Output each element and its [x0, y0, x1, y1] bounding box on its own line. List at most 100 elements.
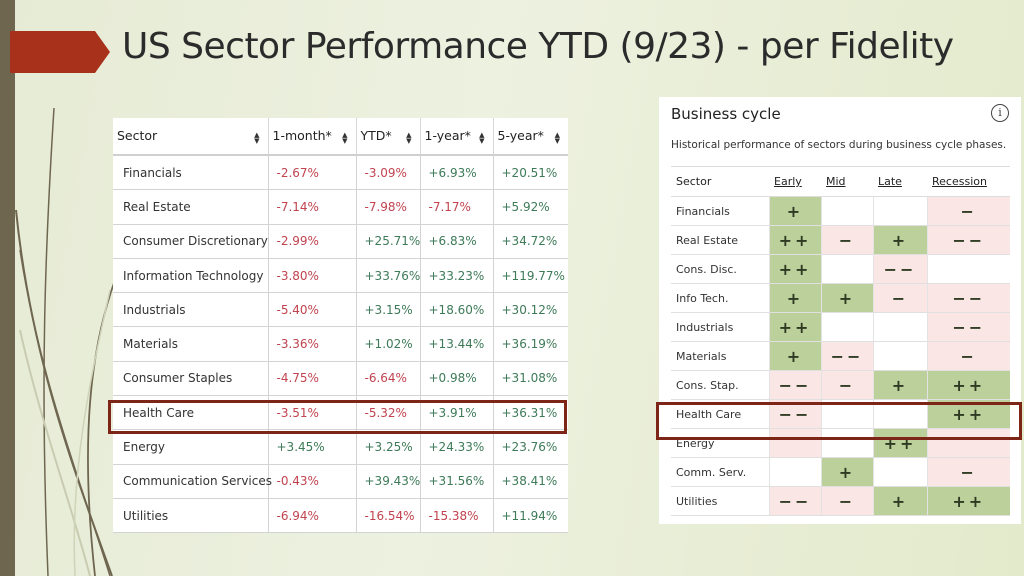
- cycle-signal-cell: [872, 399, 927, 429]
- table-row: Energy +3.45% +3.25% +24.33% +23.76%: [113, 429, 568, 465]
- performance-value: +3.45%: [268, 429, 357, 465]
- performance-value: -3.09%: [356, 155, 421, 191]
- performance-value: +30.12%: [493, 292, 568, 328]
- cycle-signal-cell: −−: [926, 312, 1010, 342]
- cycle-sector-name: Utilities: [671, 486, 769, 516]
- cycle-signal-cell: −−: [926, 283, 1010, 313]
- performance-value: +20.51%: [493, 155, 568, 191]
- cycle-signal-cell: +: [872, 486, 927, 516]
- column-header-1-year[interactable]: 1-year* ▲ ▼: [420, 118, 494, 156]
- cycle-signal-cell: −−: [768, 486, 821, 516]
- column-header-sector[interactable]: Sector ▲ ▼: [113, 118, 269, 156]
- cycle-sector-name: Info Tech.: [671, 283, 769, 313]
- sector-name: Information Technology: [113, 258, 269, 294]
- cycle-signal-cell: −: [926, 341, 1010, 371]
- cycle-header-late[interactable]: Late: [873, 166, 927, 197]
- sector-name: Industrials: [113, 292, 269, 328]
- cycle-signal-cell: ++: [926, 370, 1010, 400]
- cycle-header-label: Late: [878, 175, 902, 188]
- performance-value: -0.43%: [268, 464, 357, 499]
- cycle-signal-cell: [872, 341, 927, 371]
- cycle-header-mid[interactable]: Mid: [821, 166, 873, 197]
- performance-value: +39.43%: [356, 464, 421, 499]
- performance-value: +1.02%: [356, 326, 421, 362]
- cycle-row: Energy ++: [671, 428, 1010, 458]
- cycle-signal-cell: ++: [872, 428, 927, 458]
- sector-name: Materials: [113, 326, 269, 362]
- cycle-row: Cons. Stap. −− − + ++: [671, 370, 1010, 400]
- performance-value: +0.98%: [420, 361, 494, 397]
- info-icon[interactable]: i: [991, 104, 1009, 122]
- sector-name: Financials: [113, 155, 269, 191]
- sort-updown-icon[interactable]: ▲ ▼: [254, 132, 259, 145]
- performance-value: +13.44%: [420, 326, 494, 362]
- cycle-header-label: Recession: [932, 175, 987, 188]
- column-header-label: YTD*: [360, 128, 392, 143]
- sector-name: Energy: [113, 429, 269, 465]
- cycle-signal-cell: [872, 457, 927, 487]
- performance-value: -6.64%: [356, 361, 421, 397]
- performance-value: +119.77%: [493, 258, 568, 294]
- cycle-signal-cell: [926, 428, 1010, 458]
- performance-value: +38.41%: [493, 464, 568, 499]
- sort-updown-icon[interactable]: ▲ ▼: [555, 132, 560, 145]
- cycle-header-label: Early: [774, 175, 802, 188]
- business-cycle-title: Business cycle: [671, 105, 781, 123]
- table-row: Health Care -3.51% -5.32% +3.91% +36.31%: [113, 395, 568, 431]
- cycle-signal-cell: ++: [768, 254, 821, 284]
- cycle-signal-cell: ++: [926, 399, 1010, 429]
- cycle-header-early[interactable]: Early: [769, 166, 821, 197]
- cycle-signal-cell: [768, 457, 821, 487]
- cycle-sector-name: Industrials: [671, 312, 769, 342]
- cycle-signal-cell: −−: [926, 225, 1010, 255]
- table-row: Real Estate -7.14% -7.98% -7.17% +5.92%: [113, 189, 568, 225]
- performance-value: +11.94%: [493, 498, 568, 534]
- column-header-5-year[interactable]: 5-year* ▲ ▼: [493, 118, 568, 156]
- table-row: Information Technology -3.80% +33.76% +33.2…: [113, 258, 568, 294]
- cycle-signal-cell: [768, 428, 821, 458]
- cycle-header-recession[interactable]: Recession: [927, 166, 1010, 197]
- cycle-sector-name: Cons. Stap.: [671, 370, 769, 400]
- performance-value: -15.38%: [420, 498, 494, 534]
- cycle-signal-cell: [820, 312, 873, 342]
- cycle-signal-cell: +: [768, 341, 821, 371]
- sort-updown-icon[interactable]: ▲ ▼: [479, 132, 484, 145]
- cycle-signal-cell: [820, 399, 873, 429]
- cycle-sector-name: Health Care: [671, 399, 769, 429]
- performance-value: +33.23%: [420, 258, 494, 294]
- sector-performance-table: Sector ▲ ▼ 1-month* ▲ ▼ YTD* ▲ ▼ 1-year* ▲ ▼ 5-y…: [113, 118, 568, 534]
- cycle-row: Real Estate ++ − + −−: [671, 225, 1010, 255]
- cycle-signal-cell: +: [820, 457, 873, 487]
- cycle-signal-cell: ++: [926, 486, 1010, 516]
- performance-value: -5.40%: [268, 292, 357, 328]
- performance-value: +34.72%: [493, 224, 568, 259]
- sort-updown-icon[interactable]: ▲ ▼: [406, 132, 411, 145]
- performance-value: +25.71%: [356, 224, 421, 259]
- cycle-signal-cell: +: [820, 283, 873, 313]
- cycle-row: Info Tech. + + − −−: [671, 283, 1010, 313]
- sort-updown-icon[interactable]: ▲ ▼: [342, 132, 347, 145]
- performance-value: -2.99%: [268, 224, 357, 259]
- slide-left-bar: [0, 0, 15, 576]
- performance-value: +3.91%: [420, 395, 494, 431]
- performance-value: +3.25%: [356, 429, 421, 465]
- performance-value: -7.14%: [268, 189, 357, 225]
- performance-value: -7.98%: [356, 189, 421, 225]
- column-header-label: 5-year*: [497, 128, 544, 143]
- cycle-row: Industrials ++ −−: [671, 312, 1010, 342]
- cycle-row: Financials + −: [671, 196, 1010, 226]
- sector-name: Communication Services: [113, 464, 272, 499]
- performance-value: -3.80%: [268, 258, 357, 294]
- cycle-signal-cell: ++: [768, 312, 821, 342]
- performance-value: -16.54%: [356, 498, 421, 534]
- cycle-signal-cell: [872, 196, 927, 226]
- cycle-signal-cell: −: [820, 225, 873, 255]
- cycle-signal-cell: −: [872, 283, 927, 313]
- cycle-signal-cell: [820, 428, 873, 458]
- cycle-row: Materials + −− −: [671, 341, 1010, 371]
- column-header-1-month[interactable]: 1-month* ▲ ▼: [268, 118, 357, 156]
- cycle-sector-name: Materials: [671, 341, 769, 371]
- column-header-ytd[interactable]: YTD* ▲ ▼: [356, 118, 421, 156]
- sector-name: Health Care: [113, 395, 269, 431]
- cycle-sector-name: Comm. Serv.: [671, 457, 769, 487]
